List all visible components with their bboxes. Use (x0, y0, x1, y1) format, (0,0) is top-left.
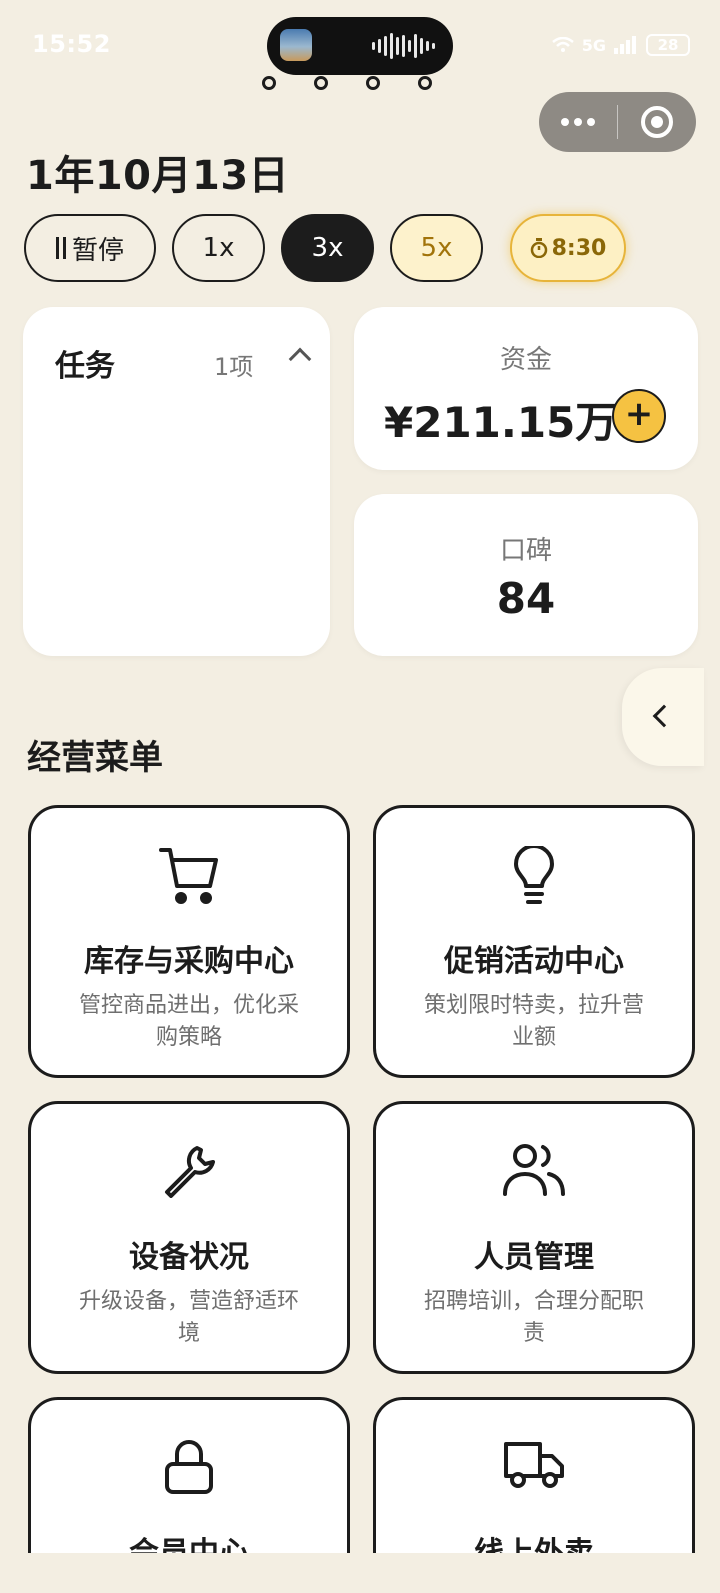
task-title: 任务 (55, 349, 115, 384)
cart-icon (31, 846, 347, 906)
status-indicators: 5G 28 (551, 34, 690, 56)
funds-label: 资金 (499, 345, 552, 375)
timer-badge[interactable]: 8:30 (510, 214, 626, 282)
miniprogram-capsule (539, 92, 696, 152)
more-dots-icon[interactable] (539, 118, 617, 126)
reputation-label: 口碑 (499, 536, 552, 566)
top-decoration-dots (262, 76, 432, 92)
menu-item-desc: 升级设备，营造舒适环境 (78, 1289, 299, 1346)
dynamic-island (267, 17, 453, 75)
menu-item-equipment[interactable]: 设备状况 升级设备，营造舒适环境 (28, 1101, 350, 1374)
menu-item-desc: 招聘培训，合理分配职责 (423, 1289, 644, 1346)
battery-level: 28 (657, 36, 679, 54)
pause-icon (55, 237, 66, 259)
task-panel: 任务 1项 (23, 307, 330, 656)
chevron-left-icon (652, 704, 676, 728)
wifi-icon (551, 37, 574, 52)
stopwatch-icon (530, 238, 547, 258)
signal-icon (614, 36, 636, 54)
speed-3x-button[interactable]: 3x (281, 214, 374, 282)
menu-item-desc: 管控商品进出，优化采购策略 (78, 993, 299, 1050)
audio-waveform-icon (372, 33, 435, 59)
menu-item-name: 设备状况 (129, 1240, 249, 1275)
lock-icon (31, 1438, 347, 1498)
menu-item-inventory[interactable]: 库存与采购中心 管控商品进出，优化采购策略 (28, 805, 350, 1078)
menu-item-desc: 策划限时特卖，拉升营业额 (423, 993, 644, 1050)
now-playing-thumbnail (280, 29, 312, 61)
speed-5x-button[interactable]: 5x (390, 214, 483, 282)
menu-section-title: 经营菜单 (27, 738, 163, 778)
menu-item-name: 促销活动中心 (444, 944, 624, 979)
status-time: 15:52 (32, 30, 111, 58)
target-icon[interactable] (618, 106, 696, 138)
wrench-icon (31, 1142, 347, 1202)
speed-1x-button[interactable]: 1x (172, 214, 265, 282)
menu-item-staff[interactable]: 人员管理 招聘培训，合理分配职责 (373, 1101, 695, 1374)
chevron-up-icon[interactable] (288, 347, 312, 371)
timer-value: 8:30 (551, 235, 607, 261)
funds-value: ¥211.15万 (384, 398, 618, 447)
users-icon (376, 1142, 692, 1202)
truck-icon (376, 1438, 692, 1498)
battery-icon: 28 (646, 34, 690, 56)
task-count: 1项 (214, 353, 254, 381)
network-type: 5G (581, 35, 606, 55)
reputation-value: 84 (496, 574, 556, 623)
pause-button[interactable]: 暂停 (24, 214, 156, 282)
lightbulb-icon (376, 846, 692, 906)
add-funds-button[interactable]: + (612, 389, 666, 443)
game-date: 1年10月13日 (26, 153, 290, 199)
reputation-panel: 口碑 84 (354, 494, 698, 656)
menu-item-promotion[interactable]: 促销活动中心 策划限时特卖，拉升营业额 (373, 805, 695, 1078)
menu-item-name: 库存与采购中心 (84, 944, 294, 979)
bottom-fade (0, 1553, 720, 1593)
funds-panel: 资金 ¥211.15万 + (354, 307, 698, 470)
menu-item-name: 人员管理 (474, 1240, 594, 1275)
side-drawer-toggle[interactable] (622, 668, 704, 766)
